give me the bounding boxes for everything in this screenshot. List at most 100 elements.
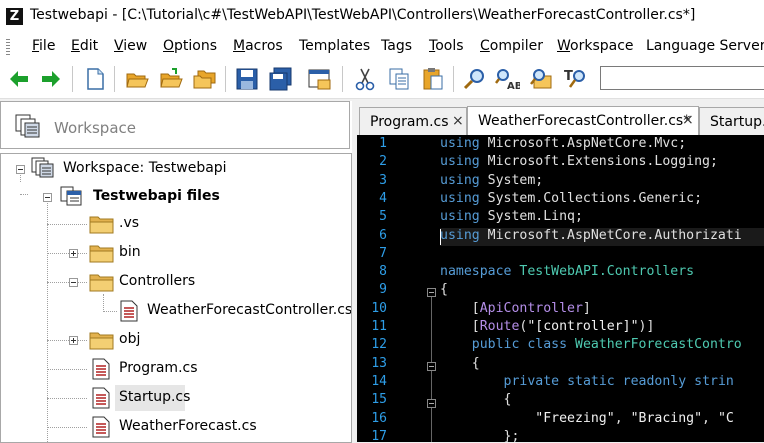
line-number: 16 xyxy=(371,410,387,426)
menu-label: ools xyxy=(435,38,464,54)
folder-icon xyxy=(89,332,114,350)
line-number: 14 xyxy=(371,373,387,389)
tree-item-folder[interactable]: obj xyxy=(69,328,289,352)
tree-item-file[interactable]: WeatherForecastController.cs xyxy=(117,299,351,323)
toolbar-search-input[interactable] xyxy=(600,66,764,90)
code-token: using xyxy=(440,154,480,170)
tab-label: WeatherForecastController.cs* xyxy=(478,113,691,129)
tree-item-label: Startup.cs xyxy=(119,389,191,405)
workspace-header[interactable]: Workspace xyxy=(0,101,350,149)
expand-icon[interactable] xyxy=(69,336,78,345)
menu-label: Tags xyxy=(381,38,412,54)
expand-icon[interactable] xyxy=(69,249,78,258)
menu-accelerator: V xyxy=(114,38,124,54)
menu-label: ile xyxy=(39,38,56,54)
save-all-icon[interactable] xyxy=(268,66,294,92)
tree-item-label: Program.cs xyxy=(119,360,198,376)
toolbar-separator xyxy=(342,66,343,92)
line-number: 15 xyxy=(371,392,387,408)
code-token: { xyxy=(440,392,512,408)
tree-item-folder[interactable]: Controllers xyxy=(69,270,309,294)
open-multiple-folders-icon[interactable] xyxy=(192,66,218,92)
code-token: using xyxy=(440,136,480,151)
tree-item-file[interactable]: WeatherForecast.cs xyxy=(89,415,309,439)
menu-language-server[interactable]: Language Server xyxy=(646,38,764,54)
tab-weatherforecastcontroller-cs[interactable]: WeatherForecastController.cs* × xyxy=(467,106,699,135)
menu-workspace[interactable]: Workspace xyxy=(557,38,634,54)
back-arrow-icon[interactable] xyxy=(6,66,32,92)
menu-tools[interactable]: Tools xyxy=(429,38,464,54)
tree-item-folder[interactable]: .vs xyxy=(89,212,289,236)
code-editor[interactable]: 1 2 3 4 5 6 7 8 9 10 11 12 13 14 15 16 17 using Microsof… xyxy=(357,135,764,442)
collapse-icon[interactable] xyxy=(43,193,52,202)
tree-item-label: bin xyxy=(119,244,141,260)
tree-item-workspace[interactable]: Workspace: Testwebapi xyxy=(11,157,331,181)
close-icon[interactable]: × xyxy=(452,113,464,129)
copy-icon[interactable] xyxy=(386,66,412,92)
code-token: private xyxy=(503,373,560,389)
toolbar-separator xyxy=(72,66,73,92)
menu-label: iew xyxy=(123,38,148,54)
line-number: 6 xyxy=(379,227,387,243)
code-token: [ xyxy=(440,300,480,316)
file-icon xyxy=(120,300,138,322)
menu-macros[interactable]: Macros xyxy=(233,38,283,54)
menu-label: dit xyxy=(79,38,99,54)
workspace-panel: Workspace Workspace: Testwebapi Testweba… xyxy=(0,101,355,443)
menu-file[interactable]: File xyxy=(32,38,55,54)
close-icon[interactable]: × xyxy=(682,112,694,128)
file-icon xyxy=(92,416,110,438)
tab-startup-cs[interactable]: Startup.cs xyxy=(699,107,764,135)
code-token: , xyxy=(614,410,631,426)
find-icon[interactable] xyxy=(462,66,488,92)
menu-view[interactable]: View xyxy=(114,38,147,54)
open-folder-alt-icon[interactable] xyxy=(158,66,184,92)
tab-program-cs[interactable]: Program.cs × xyxy=(359,107,467,135)
fold-collapse-icon[interactable] xyxy=(427,362,436,371)
code-line: [Route("[controller]")] xyxy=(440,319,655,334)
menu-label: Templates xyxy=(299,38,371,54)
folder-open-icon xyxy=(89,274,114,292)
menu-accelerator: O xyxy=(163,38,175,54)
code-line: private static readonly strin xyxy=(440,374,734,389)
cut-icon[interactable] xyxy=(352,66,378,92)
line-number: 4 xyxy=(379,190,387,206)
code-line: "Freezing", "Bracing", "C xyxy=(440,411,734,426)
code-token: strin xyxy=(694,373,734,389)
menu-tags[interactable]: Tags xyxy=(381,38,412,54)
menu-grip-icon[interactable] xyxy=(6,39,10,55)
menu-accelerator: W xyxy=(557,38,571,54)
menu-compiler[interactable]: Compiler xyxy=(480,38,543,54)
collapse-icon[interactable] xyxy=(69,278,78,287)
fold-collapse-icon[interactable] xyxy=(427,399,436,408)
window-icon[interactable] xyxy=(306,66,332,92)
tree-item-project[interactable]: Testwebapi files xyxy=(37,185,337,209)
collapse-icon[interactable] xyxy=(16,165,25,174)
toolbar-separator xyxy=(114,66,115,92)
fold-guide xyxy=(431,371,432,399)
tree-item-folder[interactable]: bin xyxy=(69,241,289,265)
code-line: namespace TestWebAPI.Controllers xyxy=(440,264,694,279)
menu-edit[interactable]: Edit xyxy=(71,38,98,54)
find-in-files-icon[interactable] xyxy=(528,66,554,92)
find-replace-icon[interactable]: AB xyxy=(494,66,520,92)
tree-item-label: .vs xyxy=(119,215,140,231)
code-token: using xyxy=(440,190,480,206)
forward-arrow-icon[interactable] xyxy=(38,66,64,92)
open-folder-icon[interactable] xyxy=(124,66,150,92)
menu-templates[interactable]: Templates xyxy=(299,38,370,54)
tree-item-file[interactable]: Startup.cs xyxy=(89,386,309,410)
code-line: { xyxy=(440,282,448,297)
find-text-icon[interactable]: T xyxy=(562,66,588,92)
fold-collapse-icon[interactable] xyxy=(427,288,436,297)
save-icon[interactable] xyxy=(234,66,260,92)
code-token: "C xyxy=(717,410,734,426)
new-document-icon[interactable] xyxy=(82,66,108,92)
menu-options[interactable]: Options xyxy=(163,38,217,54)
tree-item-file[interactable]: Program.cs xyxy=(89,357,309,381)
paste-icon[interactable] xyxy=(420,66,446,92)
line-number: 7 xyxy=(379,245,387,261)
